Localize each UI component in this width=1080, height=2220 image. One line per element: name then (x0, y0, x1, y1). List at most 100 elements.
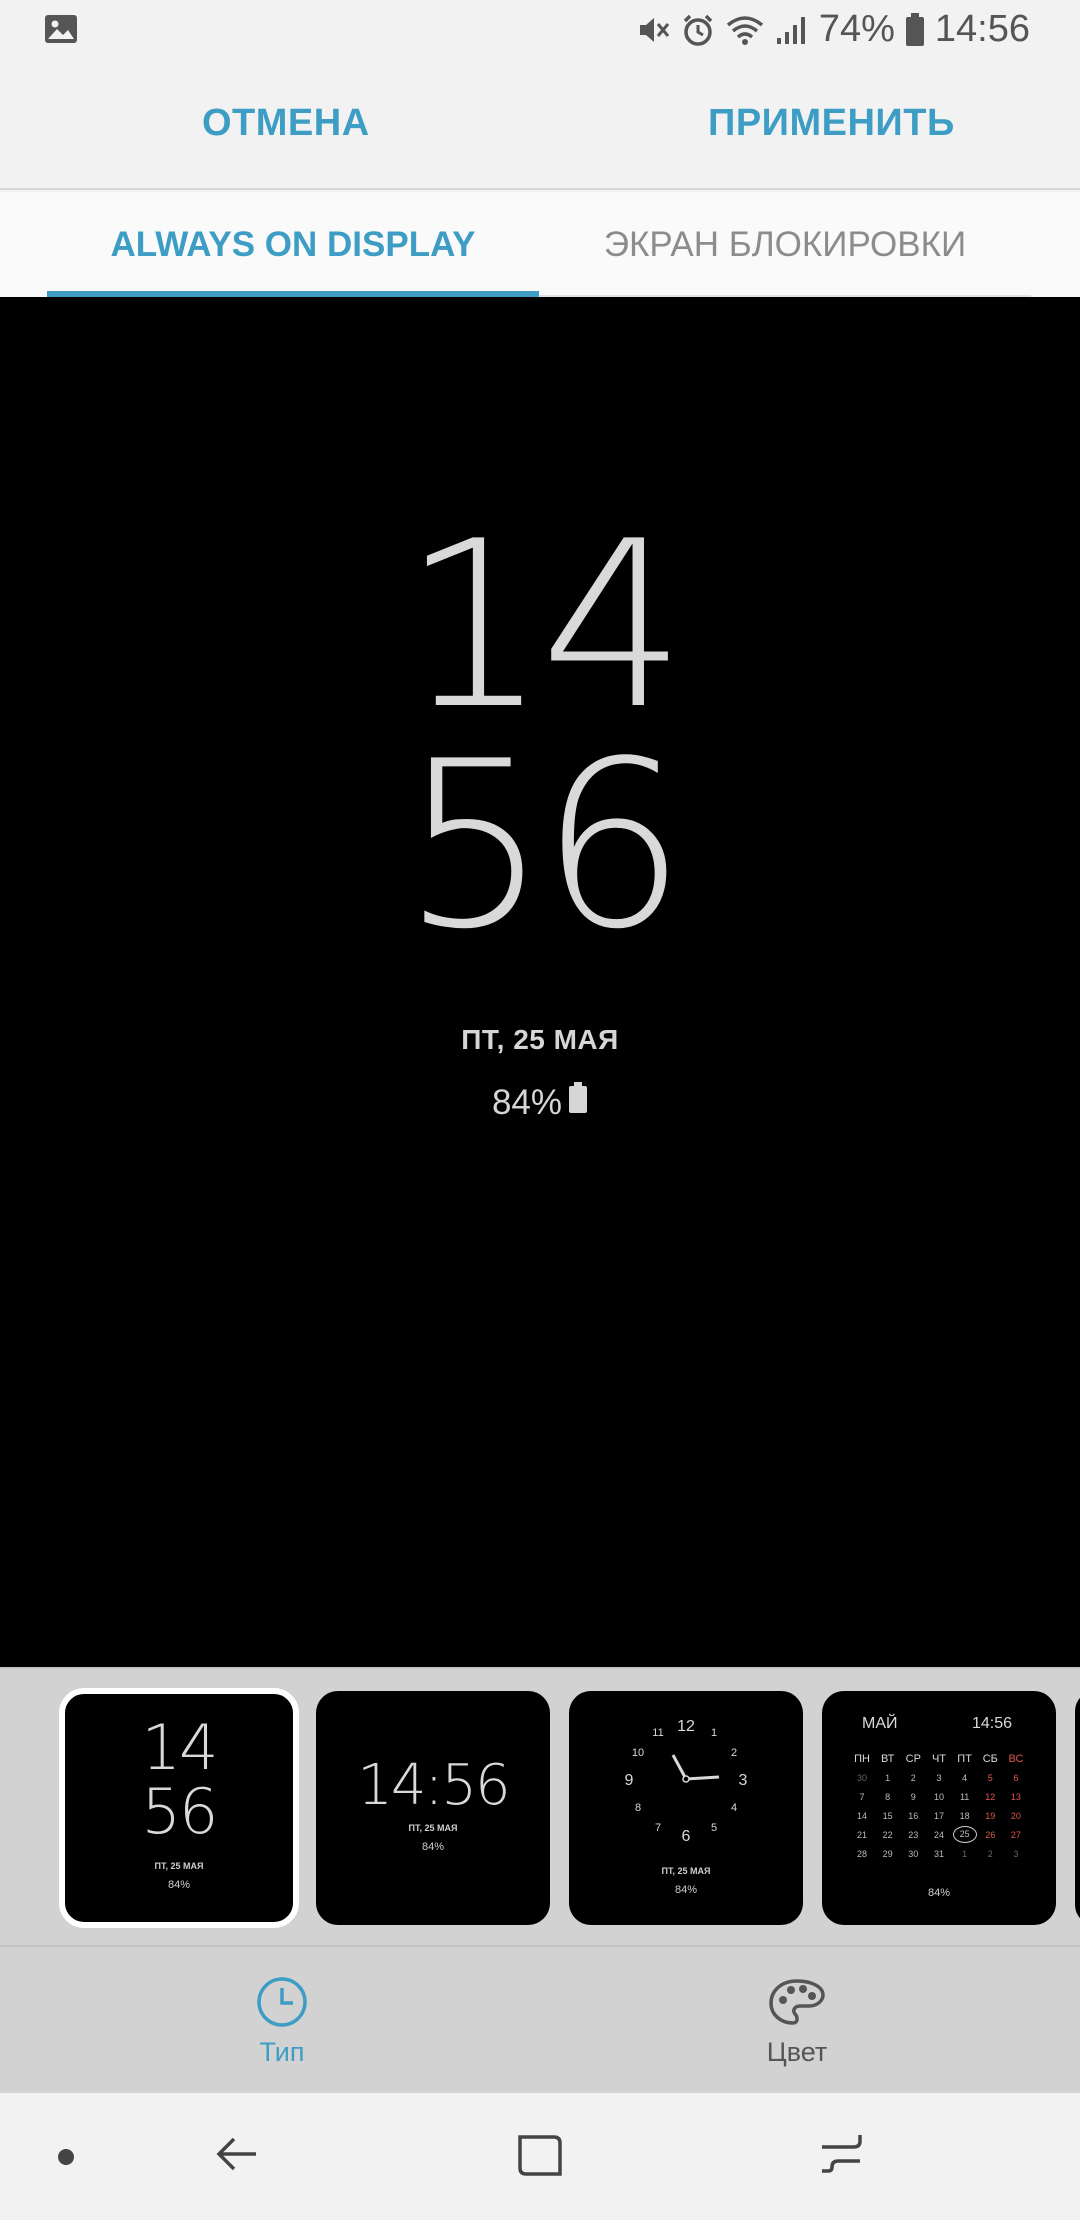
aod-preview: 14 56 ПТ, 25 МАЯ 84% (0, 297, 1080, 1667)
calendar-grid: ПН ВТ СР ЧТ ПТ СБ ВС 30 1 2 3 4 5 6 7 8 9 10 11 12 13 14 15 16 1… (850, 1749, 1028, 1863)
calendar-weekday: СР (905, 1752, 921, 1765)
calendar-day: 26 (985, 1829, 996, 1840)
bottom-tab-type-label: Тип (259, 2037, 305, 2067)
back-icon[interactable] (214, 2131, 260, 2182)
calendar-day: 19 (985, 1810, 996, 1821)
calendar-day: 6 (1013, 1772, 1019, 1783)
thumb-time: 14:56 (357, 1753, 510, 1818)
calendar-day: 12 (985, 1791, 996, 1802)
calendar-day: 7 (859, 1791, 865, 1802)
calendar-day: 31 (933, 1848, 944, 1859)
calendar-day: 27 (1010, 1829, 1021, 1840)
dot-icon[interactable] (56, 2147, 76, 2172)
tab-lock-screen[interactable]: ЭКРАН БЛОКИРОВКИ (539, 192, 1031, 297)
thumb-date: ПТ, 25 МАЯ (154, 1861, 204, 1871)
calendar-day: 18 (959, 1810, 970, 1821)
clock-number: 3 (739, 1772, 748, 1789)
calendar-week-row: 7 8 9 10 11 12 13 (850, 1787, 1028, 1806)
thumb-date: ПТ, 25 МАЯ (408, 1823, 458, 1833)
calendar-weekday: ВС (1008, 1752, 1024, 1765)
preview-clock-hour: 14 (401, 493, 687, 760)
calendar-day: 9 (910, 1791, 916, 1802)
calendar-day: 17 (933, 1810, 944, 1821)
calendar-week-row: 30 1 2 3 4 5 6 (850, 1768, 1028, 1787)
clock-icon (255, 1975, 309, 2029)
navigation-bar (0, 2093, 1080, 2220)
calendar-day: 16 (908, 1810, 919, 1821)
tab-always-on-display[interactable]: ALWAYS ON DISPLAY (47, 192, 539, 297)
clock-style-thumbnail-partial[interactable] (1075, 1691, 1080, 1925)
thumb-battery: 84% (674, 1884, 698, 1896)
calendar-day: 28 (856, 1848, 867, 1859)
calendar-day: 11 (959, 1791, 970, 1802)
calendar-weekday-row: ПН ВТ СР ЧТ ПТ СБ ВС (850, 1749, 1028, 1768)
clock-number: 11 (652, 1727, 663, 1739)
calendar-month: МАЙ (862, 1715, 898, 1732)
clock-number: 8 (635, 1802, 641, 1814)
action-bar: ОТМЕНА ПРИМЕНИТЬ (0, 62, 1080, 190)
bottom-tab-bar: Тип Цвет (0, 1945, 1080, 2093)
calendar-day: 5 (987, 1772, 993, 1783)
calendar-day: 10 (933, 1791, 944, 1802)
battery-percent: 74% (818, 8, 895, 50)
thumb-battery: 84% (927, 1887, 951, 1899)
calendar-day: 13 (1010, 1791, 1021, 1802)
palette-icon (767, 1975, 827, 2029)
clock-number: 5 (711, 1822, 717, 1834)
thumb-hour: 14 (141, 1711, 219, 1784)
calendar-day: 15 (882, 1810, 893, 1821)
clock-style-thumbnail-inline[interactable]: 14:56 ПТ, 25 МАЯ 84% (316, 1691, 550, 1925)
calendar-day: 1 (885, 1772, 891, 1783)
recents-icon[interactable] (818, 2131, 864, 2182)
battery-icon (568, 1082, 588, 1123)
tab-bar: ALWAYS ON DISPLAY ЭКРАН БЛОКИРОВКИ (0, 192, 1080, 297)
calendar-day: 24 (933, 1829, 944, 1840)
clock-number: 10 (632, 1747, 644, 1759)
calendar-day: 29 (882, 1848, 893, 1859)
hour-hand (671, 1754, 688, 1780)
calendar-day: 4 (962, 1772, 968, 1783)
preview-date: ПТ, 25 МАЯ (461, 1024, 619, 1055)
clock-style-picker: 14 56 ПТ, 25 МАЯ 84% 14:56 ПТ, 25 МАЯ 84… (0, 1667, 1080, 1945)
home-icon[interactable] (517, 2131, 563, 2182)
status-time: 14:56 (934, 8, 1030, 50)
thumb-battery: 84% (421, 1841, 445, 1853)
preview-battery-text: 84% (491, 1082, 563, 1122)
calendar-weekday: ЧТ (931, 1752, 946, 1765)
wifi-icon (725, 14, 765, 46)
bottom-tab-color[interactable]: Цвет (697, 1947, 897, 2095)
calendar-day: 30 (856, 1772, 867, 1783)
calendar-time: 14:56 (972, 1715, 1013, 1732)
cancel-button[interactable]: ОТМЕНА (202, 102, 370, 145)
thumb-date: ПТ, 25 МАЯ (661, 1866, 711, 1876)
alarm-icon (681, 13, 715, 47)
clock-number: 1 (711, 1727, 717, 1739)
clock-style-thumbnail-stacked[interactable]: 14 56 ПТ, 25 МАЯ 84% (59, 1688, 299, 1928)
calendar-day: 25 (952, 1826, 977, 1843)
clock-center (682, 1775, 690, 1783)
clock-number: 12 (677, 1718, 695, 1735)
clock-number: 7 (655, 1822, 661, 1834)
calendar-day: 8 (885, 1791, 891, 1802)
calendar-week-row: 21 22 23 24 25 26 27 (850, 1825, 1028, 1844)
image-notification-icon (44, 14, 78, 49)
clock-number: 4 (731, 1802, 737, 1814)
bottom-tab-type[interactable]: Тип (182, 1947, 382, 2095)
minute-hand (685, 1775, 720, 1781)
calendar-day: 14 (856, 1810, 867, 1821)
clock-style-thumbnail-calendar[interactable]: МАЙ 14:56 ПН ВТ СР ЧТ ПТ СБ ВС 30 1 2 3 4 5 6 7 8 9 10 11 1… (822, 1691, 1056, 1925)
calendar-day: 3 (936, 1772, 942, 1783)
apply-button[interactable]: ПРИМЕНИТЬ (708, 102, 955, 145)
calendar-week-row: 28 29 30 31 1 2 3 (850, 1844, 1028, 1863)
clock-number: 2 (731, 1747, 737, 1759)
calendar-day: 23 (908, 1829, 919, 1840)
calendar-day: 1 (962, 1848, 968, 1859)
calendar-day: 22 (882, 1829, 893, 1840)
clock-number: 9 (625, 1772, 634, 1789)
mute-icon (637, 14, 671, 46)
calendar-day: 20 (1010, 1810, 1021, 1821)
calendar-weekday: ВТ (880, 1752, 895, 1765)
clock-style-thumbnail-analog[interactable]: 12 1 2 3 4 5 6 7 8 9 10 11 ПТ, 25 МАЯ 84… (569, 1691, 803, 1925)
clock-number: 6 (682, 1828, 691, 1845)
battery-icon (905, 12, 925, 47)
